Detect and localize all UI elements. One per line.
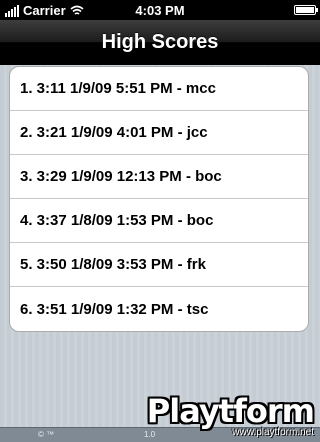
score-row[interactable]: 2. 3:21 1/9/09 4:01 PM - jcc (10, 111, 308, 155)
score-row[interactable]: 6. 3:51 1/9/09 1:32 PM - tsc (10, 287, 308, 331)
footer-left-text: © ™ (38, 430, 55, 439)
score-row[interactable]: 1. 3:11 1/9/09 5:51 PM - mcc (10, 67, 308, 111)
battery-icon (294, 5, 318, 15)
score-row[interactable]: 3. 3:29 1/9/09 12:13 PM - boc (10, 155, 308, 199)
watermark: Playtform www.playtform.net (146, 392, 315, 438)
page-title: High Scores (101, 31, 219, 53)
watermark-logo: Playtform (146, 392, 315, 430)
status-bar: Carrier 4:03 PM (0, 0, 320, 20)
score-row[interactable]: 4. 3:37 1/8/09 1:53 PM - boc (10, 199, 308, 243)
navigation-bar: High Scores (0, 20, 320, 65)
battery-level (296, 7, 314, 13)
status-time: 4:03 PM (135, 3, 185, 18)
score-row[interactable]: 5. 3:50 1/8/09 3:53 PM - frk (10, 243, 308, 287)
high-scores-table: 1. 3:11 1/9/09 5:51 PM - mcc 2. 3:21 1/9… (9, 66, 309, 332)
